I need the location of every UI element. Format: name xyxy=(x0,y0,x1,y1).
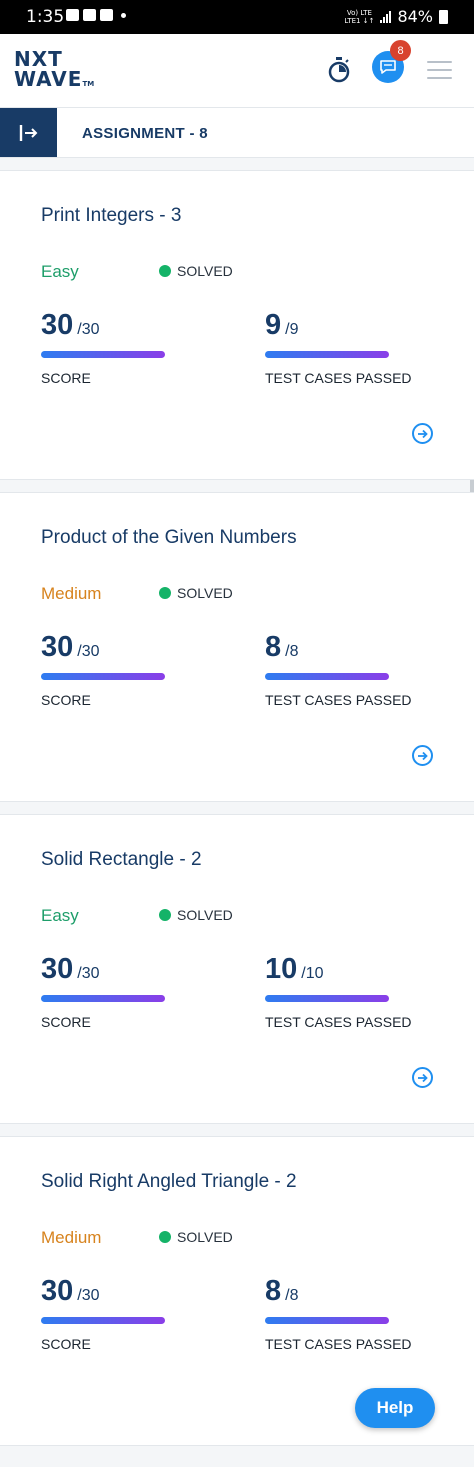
score-label: SCORE xyxy=(41,1014,91,1030)
score-max: /30 xyxy=(77,643,100,660)
difficulty-label: Easy xyxy=(41,262,79,281)
tests-value: 8/8 xyxy=(265,1275,298,1308)
status-text: SOLVED xyxy=(177,907,233,923)
tests-progress-bar xyxy=(265,673,389,680)
status-badge: SOLVED xyxy=(159,263,233,279)
status-text: SOLVED xyxy=(177,263,233,279)
arrow-right-icon xyxy=(418,751,428,760)
score-progress-bar xyxy=(41,351,165,358)
score-value: 30/30 xyxy=(41,953,100,986)
tests-max: /10 xyxy=(301,965,324,982)
problem-title[interactable]: Solid Rectangle - 2 xyxy=(41,849,202,871)
expand-sidebar-icon xyxy=(19,124,37,141)
tests-label: TEST CASES PASSED xyxy=(265,1014,412,1030)
assignment-bar: ASSIGNMENT - 8 xyxy=(0,108,474,158)
status-text: SOLVED xyxy=(177,585,233,601)
tests-label: TEST CASES PASSED xyxy=(265,692,412,708)
status-bar: 1:35 Vo) LTE LTE1 ↓↑ 84% xyxy=(0,0,474,34)
tests-max: /9 xyxy=(285,321,299,338)
problem-card[interactable]: Print Integers - 3 Easy SOLVED 30/30 9/9… xyxy=(0,170,474,480)
tests-value: 10/10 xyxy=(265,953,324,986)
score-number: 30 xyxy=(41,1275,74,1307)
tests-value: 9/9 xyxy=(265,309,298,342)
score-value: 30/30 xyxy=(41,309,100,342)
stopwatch-icon[interactable] xyxy=(327,57,351,83)
notification-badge: 8 xyxy=(390,40,411,61)
logo-wave-text: WAVE xyxy=(14,67,83,91)
score-max: /30 xyxy=(77,321,100,338)
help-button[interactable]: Help xyxy=(355,1388,435,1428)
score-max: /30 xyxy=(77,965,100,982)
tests-max: /8 xyxy=(285,1287,299,1304)
solved-dot-icon xyxy=(159,265,171,277)
status-badge: SOLVED xyxy=(159,585,233,601)
nxtwave-logo[interactable]: NXT WAVETM xyxy=(14,49,94,94)
solved-dot-icon xyxy=(159,909,171,921)
open-problem-button[interactable] xyxy=(412,1067,433,1088)
score-progress-bar xyxy=(41,673,165,680)
score-number: 30 xyxy=(41,953,74,985)
problem-card[interactable]: Solid Rectangle - 2 Easy SOLVED 30/30 10… xyxy=(0,814,474,1124)
battery-percent: 84% xyxy=(397,7,433,26)
score-number: 30 xyxy=(41,631,74,663)
tests-number: 9 xyxy=(265,309,282,341)
problem-title[interactable]: Product of the Given Numbers xyxy=(41,527,297,549)
problem-title[interactable]: Solid Right Angled Triangle - 2 xyxy=(41,1171,297,1193)
network-lte-indicator: Vo) LTE LTE1 ↓↑ xyxy=(344,8,375,25)
problem-card[interactable]: Product of the Given Numbers Medium SOLV… xyxy=(0,492,474,802)
signal-icon xyxy=(380,10,392,23)
sidebar-toggle-button[interactable] xyxy=(0,108,57,157)
tests-progress-bar xyxy=(265,1317,389,1324)
score-label: SCORE xyxy=(41,370,91,386)
menu-icon[interactable] xyxy=(427,61,452,85)
difficulty-label: Medium xyxy=(41,584,102,603)
open-problem-button[interactable] xyxy=(412,745,433,766)
score-progress-bar xyxy=(41,1317,165,1324)
assignment-title: ASSIGNMENT - 8 xyxy=(82,125,208,142)
chat-icon xyxy=(380,60,396,74)
status-time: 1:35 xyxy=(26,7,65,27)
tests-number: 10 xyxy=(265,953,298,985)
score-value: 30/30 xyxy=(41,1275,100,1308)
score-max: /30 xyxy=(77,1287,100,1304)
tests-number: 8 xyxy=(265,631,282,663)
score-label: SCORE xyxy=(41,692,91,708)
score-label: SCORE xyxy=(41,1336,91,1352)
problem-title[interactable]: Print Integers - 3 xyxy=(41,205,181,227)
tests-progress-bar xyxy=(265,351,389,358)
youtube-icon xyxy=(100,9,113,21)
status-badge: SOLVED xyxy=(159,1229,233,1245)
logo-tm: TM xyxy=(82,80,95,88)
logo-line2: WAVETM xyxy=(14,69,94,94)
arrow-right-icon xyxy=(418,1073,428,1082)
tests-value: 8/8 xyxy=(265,631,298,664)
tests-label: TEST CASES PASSED xyxy=(265,370,412,386)
solved-dot-icon xyxy=(159,1231,171,1243)
gallery-icon xyxy=(66,9,79,21)
score-value: 30/30 xyxy=(41,631,100,664)
logo-line1: NXT xyxy=(14,47,63,71)
snapchat-icon xyxy=(83,9,96,21)
tests-progress-bar xyxy=(265,995,389,1002)
tests-label: TEST CASES PASSED xyxy=(265,1336,412,1352)
arrow-right-icon xyxy=(418,429,428,438)
status-notification-icons xyxy=(66,9,126,21)
tests-max: /8 xyxy=(285,643,299,660)
solved-dot-icon xyxy=(159,587,171,599)
status-text: SOLVED xyxy=(177,1229,233,1245)
tests-number: 8 xyxy=(265,1275,282,1307)
more-dot-icon xyxy=(121,12,126,18)
battery-icon xyxy=(439,9,448,24)
difficulty-label: Medium xyxy=(41,1228,102,1247)
open-problem-button[interactable] xyxy=(412,423,433,444)
score-number: 30 xyxy=(41,309,74,341)
difficulty-label: Easy xyxy=(41,906,79,925)
score-progress-bar xyxy=(41,995,165,1002)
status-badge: SOLVED xyxy=(159,907,233,923)
